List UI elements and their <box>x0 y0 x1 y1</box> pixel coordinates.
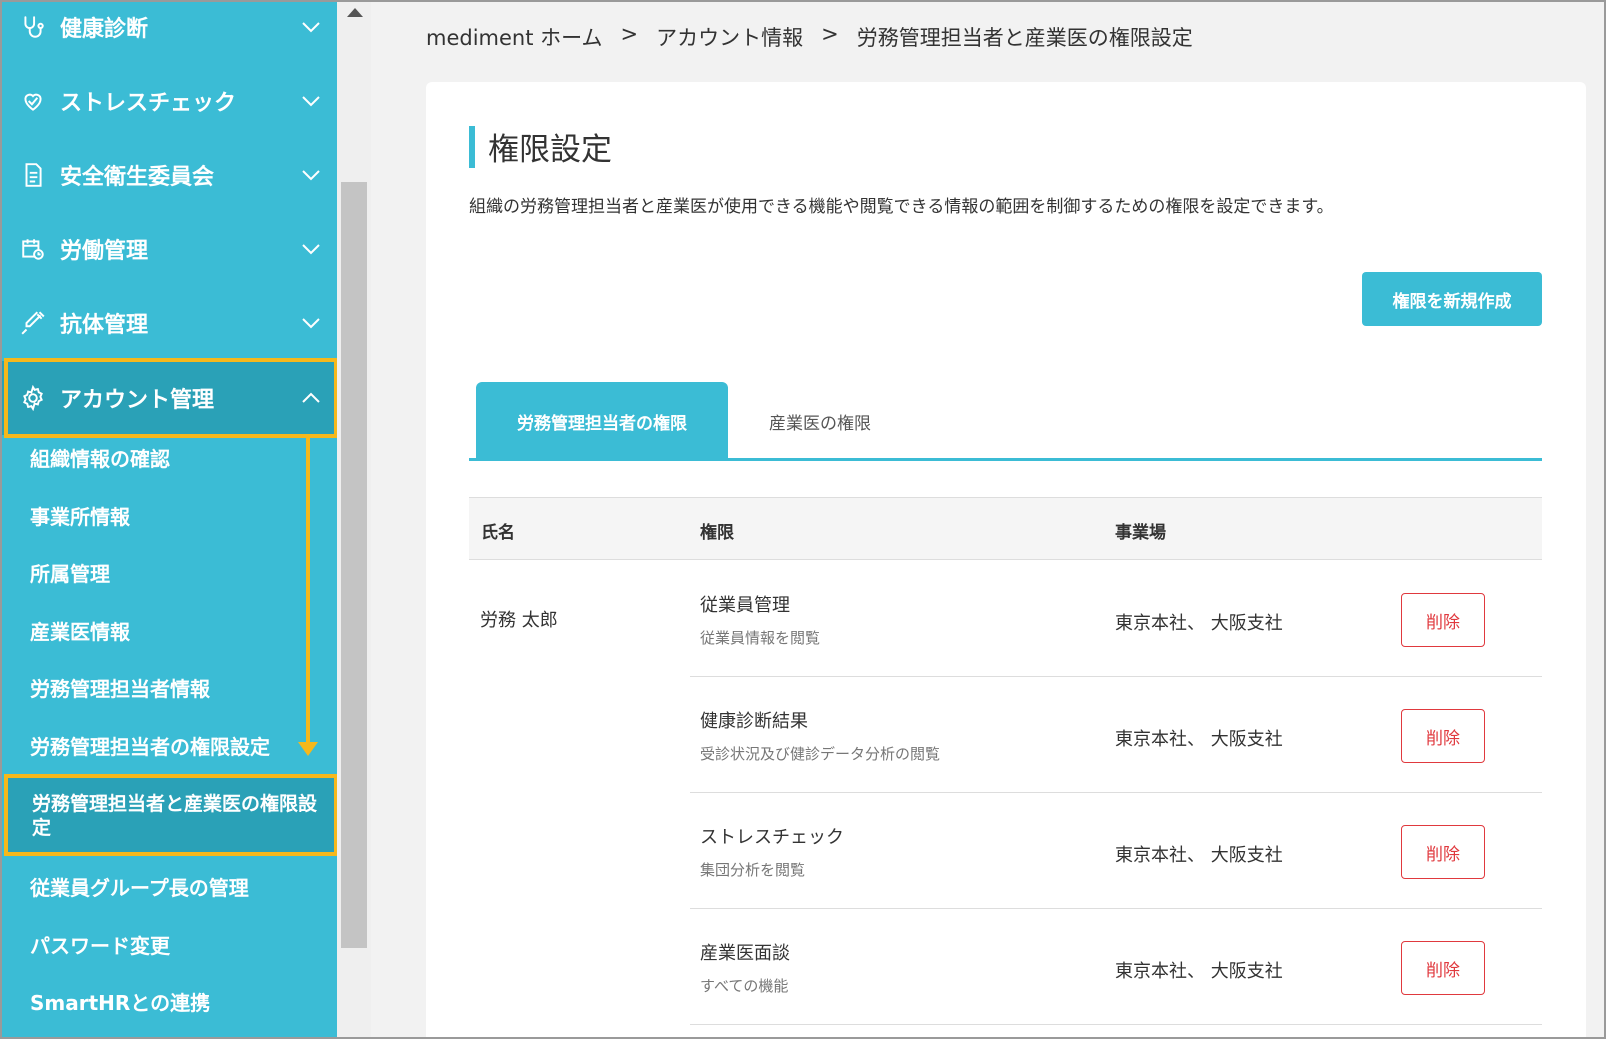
scroll-thumb[interactable] <box>341 182 367 948</box>
sidebar-item-labor-management[interactable]: 労働管理 <box>0 212 337 286</box>
permission-title: 健康診断結果 <box>700 711 808 732</box>
table-row: 従業員管理 従業員情報を閲覧 東京本社、 大阪支社 削除 <box>690 561 1542 677</box>
chevron-down-icon <box>297 13 325 41</box>
sidebar-subitem-labor-staff-info[interactable]: 労務管理担当者情報 <box>30 677 330 701</box>
permission-sites: 東京本社、 大阪支社 <box>1115 729 1283 750</box>
tab-underline <box>469 458 1542 461</box>
sidebar-item-label: 健康診断 <box>60 17 149 42</box>
column-header-name: 氏名 <box>481 523 515 543</box>
sidebar-item-label: アカウント管理 <box>60 388 215 413</box>
permission-sites: 東京本社、 大阪支社 <box>1115 961 1283 982</box>
guide-arrow-line <box>306 438 310 746</box>
sidebar-subitem-labor-doctor-permissions[interactable]: 労務管理担当者と産業医の権限設定 <box>4 774 337 856</box>
breadcrumb-separator: > <box>821 22 839 46</box>
sidebar-item-label: 安全衛生委員会 <box>60 165 215 190</box>
cell-user-name: 労務 太郎 <box>480 610 558 631</box>
permission-sites: 東京本社、 大阪支社 <box>1115 845 1283 866</box>
sidebar-item-antibody-management[interactable]: 抗体管理 <box>0 286 337 360</box>
heart-icon <box>18 86 48 116</box>
sidebar-subitem-group-leaders[interactable]: 従業員グループ長の管理 <box>30 876 330 900</box>
delete-button[interactable]: 削除 <box>1401 941 1485 995</box>
breadcrumb-account-info[interactable]: アカウント情報 <box>656 22 803 52</box>
page-description: 組織の労務管理担当者と産業医が使用できる機能や閲覧できる情報の範囲を制御するため… <box>469 197 1334 217</box>
permission-description: 集団分析を閲覧 <box>700 861 806 879</box>
sidebar-subitem-password-change[interactable]: パスワード変更 <box>30 934 330 958</box>
chevron-down-icon <box>297 87 325 115</box>
create-permission-button[interactable]: 権限を新規作成 <box>1362 272 1542 326</box>
permission-title: ストレスチェック <box>700 827 844 848</box>
syringe-icon <box>18 308 48 338</box>
sidebar-item-label: ストレスチェック <box>60 91 237 116</box>
document-icon <box>18 160 48 190</box>
title-accent-bar <box>469 126 475 168</box>
chevron-down-icon <box>297 161 325 189</box>
table-row: 産業医面談 すべての機能 東京本社、 大阪支社 削除 <box>690 909 1542 1025</box>
sidebar-subitem-org-info[interactable]: 組織情報の確認 <box>30 447 330 471</box>
stethoscope-icon <box>18 12 48 42</box>
permission-description: 受診状況及び健診データ分析の閲覧 <box>700 745 941 763</box>
sidebar-item-safety-committee[interactable]: 安全衛生委員会 <box>0 138 337 212</box>
guide-arrow-head <box>298 742 318 756</box>
table-header: 氏名 権限 事業場 <box>469 497 1542 560</box>
delete-button[interactable]: 削除 <box>1401 593 1485 647</box>
page-title: 権限設定 <box>488 132 612 168</box>
chevron-down-icon <box>297 235 325 263</box>
delete-button[interactable]: 削除 <box>1401 825 1485 879</box>
permission-title: 産業医面談 <box>700 943 790 964</box>
sidebar-subitem-affiliation[interactable]: 所属管理 <box>30 562 330 586</box>
permission-title: 従業員管理 <box>700 595 790 616</box>
calendar-clock-icon <box>18 234 48 264</box>
table-row: ストレスチェック 集団分析を閲覧 東京本社、 大阪支社 削除 <box>690 793 1542 909</box>
permission-description: 従業員情報を閲覧 <box>700 629 821 647</box>
sidebar-item-stress-check[interactable]: ストレスチェック <box>0 64 337 138</box>
sidebar-item-label: 労働管理 <box>60 239 149 264</box>
delete-button[interactable]: 削除 <box>1401 709 1485 763</box>
permission-description: すべての機能 <box>700 977 789 995</box>
sidebar: 健康診断 ストレスチェック 安全衛生委員会 労働管理 抗体管理 アカウント管理 … <box>0 0 337 1039</box>
column-header-site: 事業場 <box>1115 523 1166 543</box>
sidebar-subitem-label: 労務管理担当者と産業医の権限設定 <box>32 793 318 839</box>
permission-sites: 東京本社、 大阪支社 <box>1115 613 1283 634</box>
scroll-up-arrow-icon[interactable] <box>347 8 363 17</box>
sidebar-subitem-labor-staff-permissions[interactable]: 労務管理担当者の権限設定 <box>30 735 330 759</box>
breadcrumb-home[interactable]: mediment ホーム <box>426 22 603 52</box>
chevron-up-icon <box>297 384 325 412</box>
tab-doctor-permissions[interactable]: 産業医の権限 <box>750 382 890 460</box>
column-header-permission: 権限 <box>700 523 734 543</box>
sidebar-item-label: 抗体管理 <box>60 313 149 338</box>
sidebar-item-account-management[interactable]: アカウント管理 <box>0 361 337 435</box>
sidebar-item-health-checkup[interactable]: 健康診断 <box>0 0 337 64</box>
sidebar-scrollbar[interactable] <box>337 0 371 1039</box>
chevron-down-icon <box>297 309 325 337</box>
table-row: 健康診断結果 受診状況及び健診データ分析の閲覧 東京本社、 大阪支社 削除 <box>690 677 1542 793</box>
sidebar-subitem-smarthr-link[interactable]: SmartHRとの連携 <box>30 991 330 1015</box>
tab-labor-staff-permissions[interactable]: 労務管理担当者の権限 <box>476 382 728 460</box>
breadcrumb-separator: > <box>620 22 639 46</box>
sidebar-subitem-office-info[interactable]: 事業所情報 <box>30 505 330 529</box>
gear-icon <box>18 383 48 413</box>
breadcrumb: mediment ホーム > アカウント情報 > 労務管理担当者と産業医の権限設… <box>426 22 1193 52</box>
breadcrumb-current: 労務管理担当者と産業医の権限設定 <box>856 26 1193 50</box>
sidebar-subitem-doctor-info[interactable]: 産業医情報 <box>30 620 330 644</box>
